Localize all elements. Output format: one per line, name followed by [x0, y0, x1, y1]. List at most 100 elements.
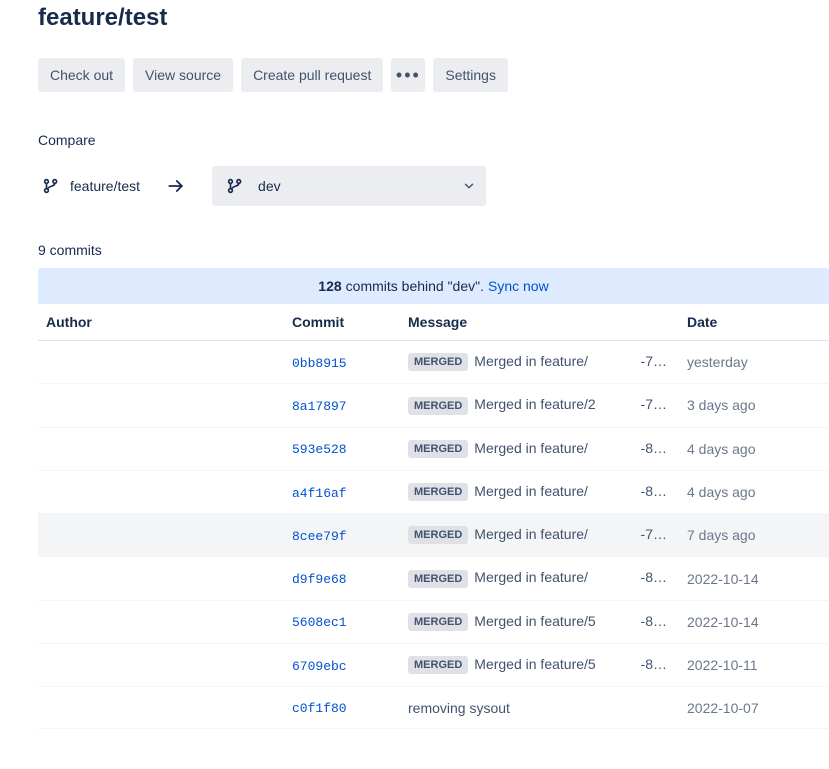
message-text: Merged in feature/2 [474, 396, 595, 412]
commit-hash-link[interactable]: 0bb8915 [292, 356, 347, 371]
date-text: 2022-10-14 [687, 614, 759, 630]
merged-badge: MERGED [408, 440, 468, 458]
table-row[interactable]: 6709ebc MERGED Merged in feature/5 -8… 2022-… [38, 644, 829, 687]
message-cell: MERGED Merged in feature/ -7… [400, 341, 679, 384]
chevron-down-icon [462, 179, 476, 193]
message-tail: -7… [641, 526, 671, 542]
table-row[interactable]: a4f16af MERGED Merged in feature/ -8… 4 days… [38, 470, 829, 513]
table-row[interactable]: 8a17897 MERGED Merged in feature/2 -7… 3 day… [38, 384, 829, 427]
author-cell [38, 384, 284, 427]
merged-badge: MERGED [408, 656, 468, 674]
commit-hash-link[interactable]: 6709ebc [292, 659, 347, 674]
message-tail: -8… [641, 483, 671, 499]
target-branch-name: dev [258, 178, 281, 194]
table-row[interactable]: 8cee79f MERGED Merged in feature/ -7… 7 days… [38, 514, 829, 557]
message-cell: MERGED Merged in feature/2 -7… [400, 384, 679, 427]
message-text: Merged in feature/ [474, 353, 588, 369]
date-text: 3 days ago [687, 397, 756, 413]
date-cell: 4 days ago [679, 470, 829, 513]
th-message: Message [400, 304, 679, 341]
behind-text: commits behind "dev". [346, 278, 484, 294]
commit-hash-link[interactable]: 593e528 [292, 442, 347, 457]
commit-hash-cell: 8a17897 [284, 384, 400, 427]
check-out-button[interactable]: Check out [38, 58, 125, 92]
table-row[interactable]: 593e528 MERGED Merged in feature/ -8… 4 days… [38, 427, 829, 470]
target-branch-select[interactable]: dev [212, 166, 486, 206]
message-cell: MERGED Merged in feature/ -7… [400, 514, 679, 557]
message-tail: -8… [641, 569, 671, 585]
merged-badge: MERGED [408, 483, 468, 501]
message-text: Merged in feature/ [474, 526, 588, 542]
message-cell: MERGED Merged in feature/ -8… [400, 557, 679, 600]
commit-hash-link[interactable]: d9f9e68 [292, 572, 347, 587]
message-text: Merged in feature/ [474, 440, 588, 456]
author-cell [38, 687, 284, 729]
message-text: Merged in feature/ [474, 569, 588, 585]
author-cell [38, 600, 284, 643]
message-tail: -8… [641, 440, 671, 456]
message-tail: -8… [641, 613, 671, 629]
behind-count: 128 [318, 278, 341, 294]
page-title: feature/test [38, 4, 829, 32]
message-text: Merged in feature/5 [474, 613, 595, 629]
commit-hash-link[interactable]: 8cee79f [292, 529, 347, 544]
date-text: 4 days ago [687, 441, 756, 457]
compare-label: Compare [38, 132, 829, 148]
merged-badge: MERGED [408, 613, 468, 631]
date-text: 7 days ago [687, 527, 756, 543]
commit-hash-cell: c0f1f80 [284, 687, 400, 729]
more-actions-button[interactable]: ••• [391, 58, 425, 92]
message-cell: MERGED Merged in feature/ -8… [400, 470, 679, 513]
th-commit: Commit [284, 304, 400, 341]
message-tail: -7… [641, 353, 671, 369]
commit-hash-cell: 5608ec1 [284, 600, 400, 643]
behind-banner: 128 commits behind "dev". Sync now [38, 268, 829, 304]
author-cell [38, 514, 284, 557]
sync-now-link[interactable]: Sync now [488, 278, 549, 294]
commits-table: Author Commit Message Date 0bb8915 MERGED… [38, 304, 829, 729]
date-cell: 2022-10-07 [679, 687, 829, 729]
date-cell: 3 days ago [679, 384, 829, 427]
message-text: removing sysout [408, 700, 510, 716]
merged-badge: MERGED [408, 397, 468, 415]
commits-count: 9 commits [38, 242, 829, 258]
date-cell: 2022-10-14 [679, 600, 829, 643]
message-tail: -8… [641, 656, 671, 672]
message-tail: -7… [641, 396, 671, 412]
branch-icon [226, 177, 244, 195]
merged-badge: MERGED [408, 526, 468, 544]
commits-table-wrap: 128 commits behind "dev". Sync now Autho… [38, 268, 829, 729]
th-author: Author [38, 304, 284, 341]
author-cell [38, 644, 284, 687]
table-row[interactable]: c0f1f80 removing sysout 2022-10-07 [38, 687, 829, 729]
commit-hash-link[interactable]: c0f1f80 [292, 701, 347, 716]
date-cell: 2022-10-11 [679, 644, 829, 687]
th-date: Date [679, 304, 829, 341]
date-text: yesterday [687, 354, 748, 370]
message-cell: MERGED Merged in feature/5 -8… [400, 644, 679, 687]
commit-hash-cell: 8cee79f [284, 514, 400, 557]
table-row[interactable]: 5608ec1 MERGED Merged in feature/5 -8… 2022-… [38, 600, 829, 643]
message-text: Merged in feature/ [474, 483, 588, 499]
author-cell [38, 427, 284, 470]
commit-hash-link[interactable]: 8a17897 [292, 399, 347, 414]
message-cell: MERGED Merged in feature/5 -8… [400, 600, 679, 643]
create-pull-request-button[interactable]: Create pull request [241, 58, 383, 92]
date-cell: 7 days ago [679, 514, 829, 557]
commit-hash-link[interactable]: a4f16af [292, 486, 347, 501]
table-row[interactable]: d9f9e68 MERGED Merged in feature/ -8… 2022-1… [38, 557, 829, 600]
merged-badge: MERGED [408, 353, 468, 371]
message-cell: MERGED Merged in feature/ -8… [400, 427, 679, 470]
message-cell: removing sysout [400, 687, 679, 729]
view-source-button[interactable]: View source [133, 58, 233, 92]
compare-row: feature/test dev [38, 166, 829, 206]
date-cell: 2022-10-14 [679, 557, 829, 600]
commit-hash-cell: 0bb8915 [284, 341, 400, 384]
table-row[interactable]: 0bb8915 MERGED Merged in feature/ -7… yester… [38, 341, 829, 384]
commit-hash-link[interactable]: 5608ec1 [292, 615, 347, 630]
settings-button[interactable]: Settings [433, 58, 508, 92]
date-text: 2022-10-11 [687, 657, 758, 673]
date-text: 4 days ago [687, 484, 756, 500]
merged-badge: MERGED [408, 570, 468, 588]
message-text: Merged in feature/5 [474, 656, 595, 672]
